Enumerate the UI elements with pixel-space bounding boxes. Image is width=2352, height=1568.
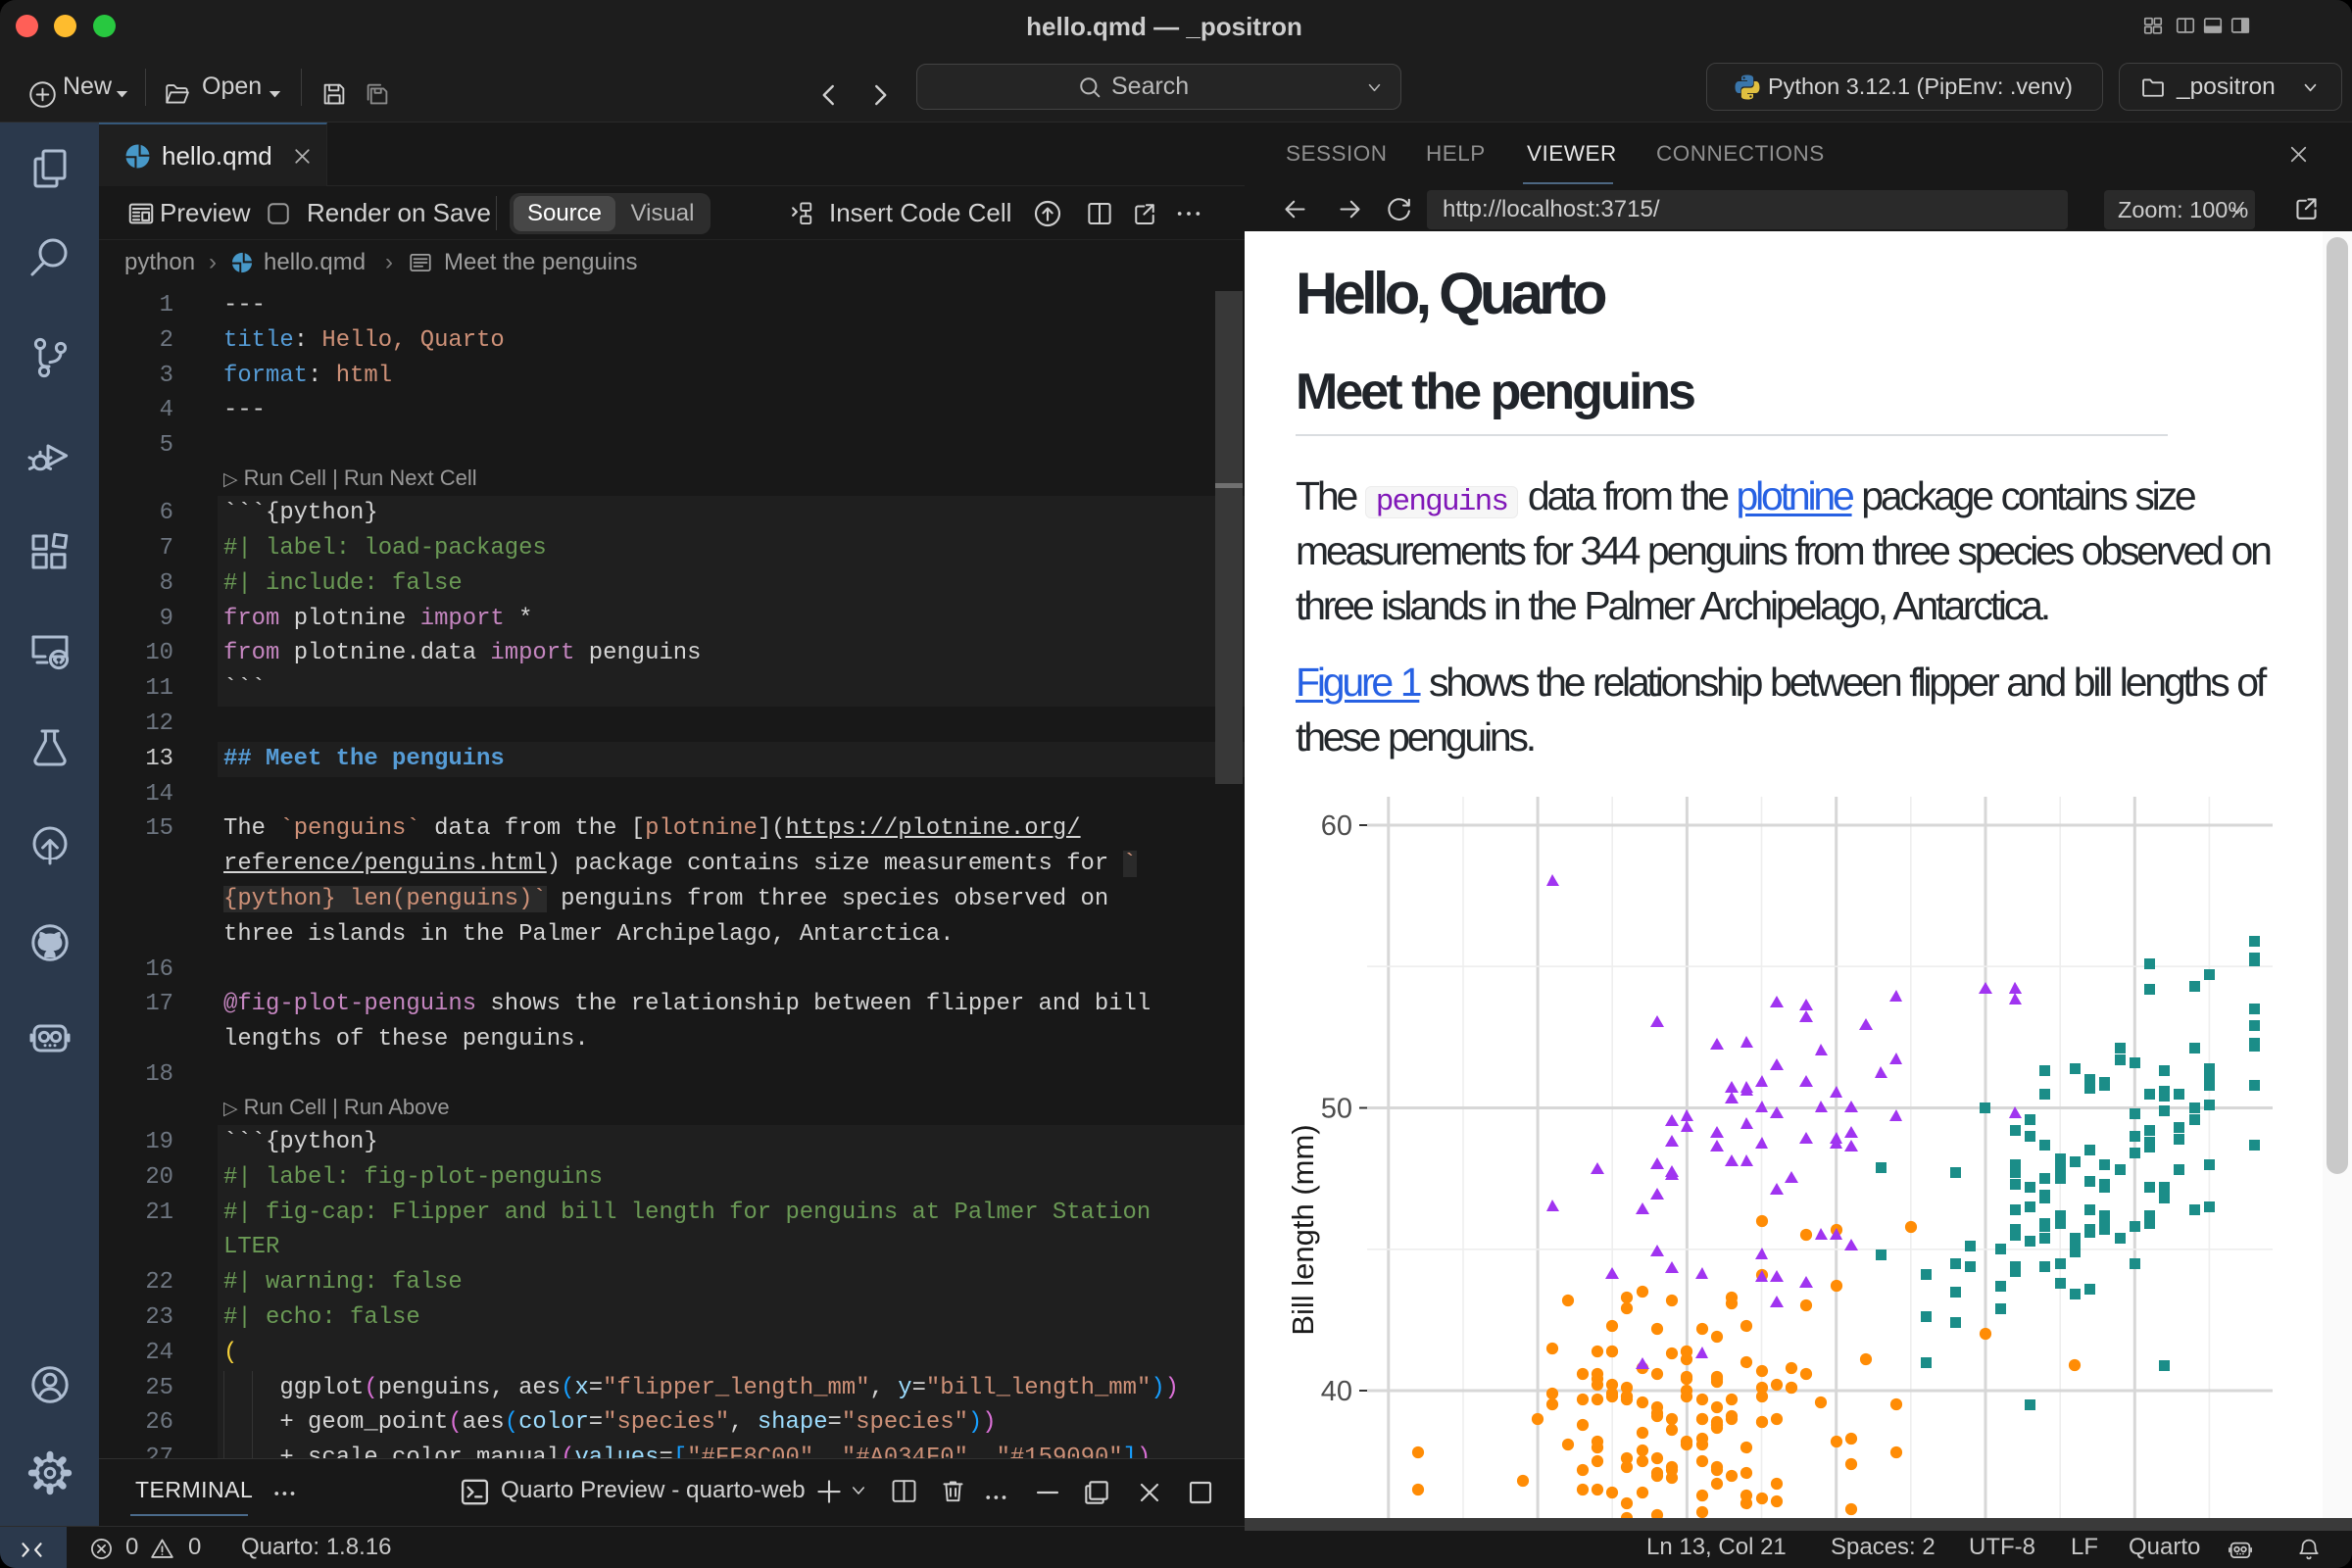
svg-text:60: 60 xyxy=(1321,810,1352,842)
svg-text:40: 40 xyxy=(1321,1376,1352,1407)
svg-text:50: 50 xyxy=(1321,1094,1352,1125)
